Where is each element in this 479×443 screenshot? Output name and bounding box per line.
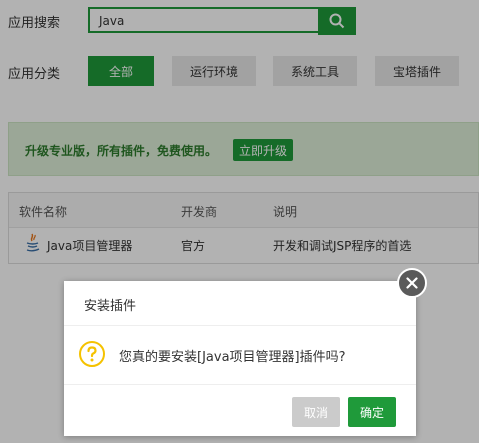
dialog-footer-divider (64, 384, 416, 385)
cancel-button[interactable]: 取消 (292, 397, 340, 427)
close-icon (406, 277, 418, 289)
close-dialog-button[interactable] (397, 268, 427, 298)
confirm-button[interactable]: 确定 (348, 397, 396, 427)
dialog-title: 安装插件 (84, 299, 137, 314)
question-icon (79, 341, 105, 367)
install-dialog: 安装插件 您真的要安装[Java项目管理器]插件吗? 取消 确定 (64, 281, 416, 436)
dialog-header-divider (64, 325, 416, 326)
dialog-message: 您真的要安装[Java项目管理器]插件吗? (119, 350, 346, 365)
